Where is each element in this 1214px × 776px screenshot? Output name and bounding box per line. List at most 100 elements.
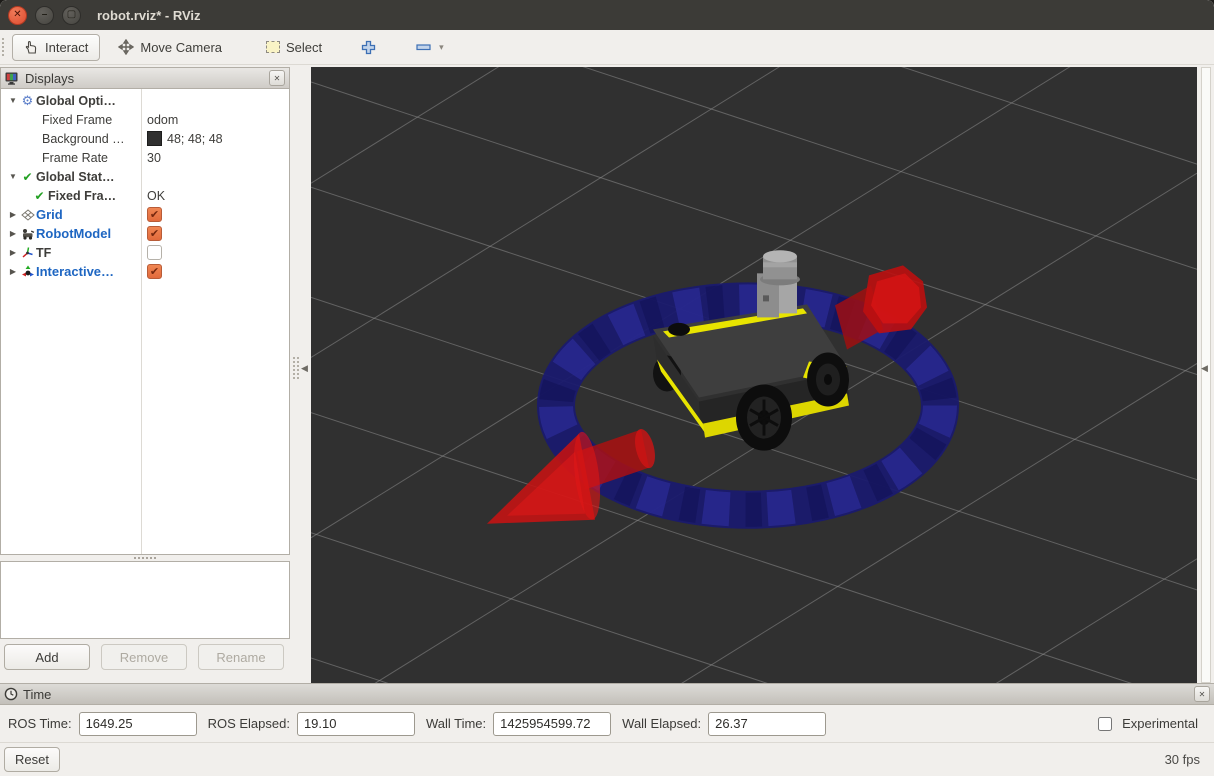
expand-arrow-icon[interactable]: ▶: [7, 248, 19, 257]
remove-display-button: Remove: [101, 644, 187, 670]
color-value-text: 48; 48; 48: [167, 132, 223, 146]
main-area: Displays ✕ ▼ ⚙ Global Opti… Fi: [0, 65, 1214, 683]
ros-time-label: ROS Time:: [8, 716, 72, 731]
status-ok-check-icon: ✔: [31, 189, 48, 203]
interact-tool-button[interactable]: Interact: [12, 34, 100, 61]
tree-row-background-color[interactable]: Background … 48; 48; 48: [1, 129, 289, 148]
time-panel-close-icon[interactable]: ✕: [1194, 686, 1210, 702]
ros-elapsed-input[interactable]: [297, 712, 415, 736]
tree-row-label: Global Stat…: [36, 170, 114, 184]
frame-rate-value[interactable]: 30: [141, 151, 289, 165]
window-minimize-button[interactable]: –: [35, 6, 54, 25]
tree-row-label: Global Opti…: [36, 94, 116, 108]
time-panel-title: Time: [23, 687, 1194, 702]
robot-model-icon: [19, 228, 36, 240]
tree-row-label: Fixed Fra…: [48, 189, 116, 203]
fixed-frame-status-value: OK: [141, 189, 289, 203]
experimental-label: Experimental: [1122, 716, 1198, 731]
remove-tool-button[interactable]: [411, 37, 436, 57]
robot-model-enabled-checkbox[interactable]: ✔: [147, 226, 162, 241]
wall-time-label: Wall Time:: [426, 716, 486, 731]
tree-row-robot-model[interactable]: ▶ RobotModel ✔: [1, 224, 289, 243]
display-description-area: [0, 561, 290, 639]
select-icon: [266, 41, 280, 53]
move-camera-tool-button[interactable]: Move Camera: [106, 33, 234, 61]
wall-time-field: Wall Time:: [426, 712, 611, 736]
displays-panel-header[interactable]: Displays ✕: [0, 67, 290, 89]
tree-row-fixed-frame-status[interactable]: ✔ Fixed Fra… OK: [1, 186, 289, 205]
time-panel-bottom-row: Reset 30 fps: [0, 743, 1214, 776]
experimental-checkbox[interactable]: [1098, 717, 1112, 731]
add-display-button[interactable]: Add: [4, 644, 90, 670]
expand-arrow-icon[interactable]: ▼: [7, 172, 19, 181]
toolbar: Interact Move Camera Select: [0, 30, 1214, 65]
expand-arrow-icon[interactable]: ▶: [7, 210, 19, 219]
expand-arrow-icon[interactable]: ▶: [7, 267, 19, 276]
clock-icon: [4, 687, 18, 701]
displays-tree[interactable]: ▼ ⚙ Global Opti… Fixed Frame odom: [0, 89, 290, 555]
fixed-frame-value[interactable]: odom: [141, 113, 289, 127]
status-ok-check-icon: ✔: [19, 170, 36, 184]
collapse-left-panel-icon[interactable]: ◀: [301, 363, 308, 374]
tree-row-interactive-markers[interactable]: ▶ Interactive… ✔: [1, 262, 289, 281]
wall-elapsed-label: Wall Elapsed:: [622, 716, 701, 731]
window-close-button[interactable]: ✕: [8, 6, 27, 25]
wall-elapsed-input[interactable]: [708, 712, 826, 736]
tree-row-fixed-frame[interactable]: Fixed Frame odom: [1, 110, 289, 129]
rename-display-button: Rename: [198, 644, 284, 670]
lidar-sensor-mast: [757, 250, 800, 317]
gear-icon: ⚙: [19, 93, 36, 109]
displays-panel-close-icon[interactable]: ✕: [269, 70, 285, 86]
interactive-markers-enabled-checkbox[interactable]: ✔: [147, 264, 162, 279]
tf-enabled-checkbox[interactable]: [147, 245, 162, 260]
tree-row-frame-rate[interactable]: Frame Rate 30: [1, 148, 289, 167]
time-panel-header[interactable]: Time ✕: [0, 683, 1214, 705]
tree-row-label: Fixed Frame: [42, 113, 112, 127]
tree-row-global-options[interactable]: ▼ ⚙ Global Opti…: [1, 91, 289, 110]
monitor-icon: [5, 72, 20, 85]
background-color-value[interactable]: 48; 48; 48: [141, 131, 289, 146]
left-viewport-splitter[interactable]: ◀: [290, 67, 311, 683]
tree-row-global-status[interactable]: ▼ ✔ Global Stat…: [1, 167, 289, 186]
interactive-marker-icon: [19, 265, 36, 278]
toolbar-drag-handle[interactable]: [2, 38, 8, 56]
tree-column-separator[interactable]: [141, 89, 142, 554]
window-maximize-button[interactable]: ▢: [62, 6, 81, 25]
wall-elapsed-field: Wall Elapsed:: [622, 712, 826, 736]
expand-arrow-icon[interactable]: ▶: [7, 229, 19, 238]
tool-dropdown-arrow[interactable]: ▾: [439, 42, 444, 53]
tree-row-label: Grid: [36, 207, 63, 222]
tree-row-label: Interactive…: [36, 264, 114, 279]
scene-canvas[interactable]: [311, 67, 1197, 683]
minus-icon: [416, 43, 431, 51]
add-tool-button[interactable]: [354, 34, 383, 61]
displays-panel-title: Displays: [25, 71, 269, 86]
tree-row-grid[interactable]: ▶ Grid ✔: [1, 205, 289, 224]
ros-elapsed-label: ROS Elapsed:: [208, 716, 290, 731]
reset-button[interactable]: Reset: [4, 747, 60, 772]
tree-row-label: RobotModel: [36, 226, 111, 241]
select-tool-label: Select: [286, 40, 322, 55]
time-fields-row: ROS Time: ROS Elapsed: Wall Time: Wall E…: [0, 705, 1214, 743]
titlebar[interactable]: ✕ – ▢ robot.rviz* - RViz: [0, 0, 1214, 30]
color-swatch: [147, 131, 162, 146]
move-camera-tool-label: Move Camera: [140, 40, 222, 55]
select-tool-button[interactable]: Select: [254, 34, 334, 61]
interact-tool-label: Interact: [45, 40, 88, 55]
displays-panel: Displays ✕ ▼ ⚙ Global Opti… Fi: [0, 67, 290, 683]
expand-right-panel-icon[interactable]: ◀: [1201, 363, 1208, 374]
ros-time-input[interactable]: [79, 712, 197, 736]
tree-row-label: Background …: [42, 132, 125, 146]
tree-row-label: Frame Rate: [42, 151, 108, 165]
wall-time-input[interactable]: [493, 712, 611, 736]
render-viewport-3d[interactable]: [311, 67, 1197, 683]
ros-time-field: ROS Time:: [8, 712, 197, 736]
tree-row-label: TF: [36, 246, 51, 260]
tree-row-tf[interactable]: ▶ TF: [1, 243, 289, 262]
grid-enabled-checkbox[interactable]: ✔: [147, 207, 162, 222]
window-title: robot.rviz* - RViz: [97, 8, 201, 23]
expand-arrow-icon[interactable]: ▼: [7, 96, 19, 105]
displays-button-row: Add Remove Rename: [0, 639, 290, 675]
move-camera-icon: [118, 39, 134, 55]
right-panel-collapsed-strip[interactable]: ◀: [1197, 67, 1214, 683]
